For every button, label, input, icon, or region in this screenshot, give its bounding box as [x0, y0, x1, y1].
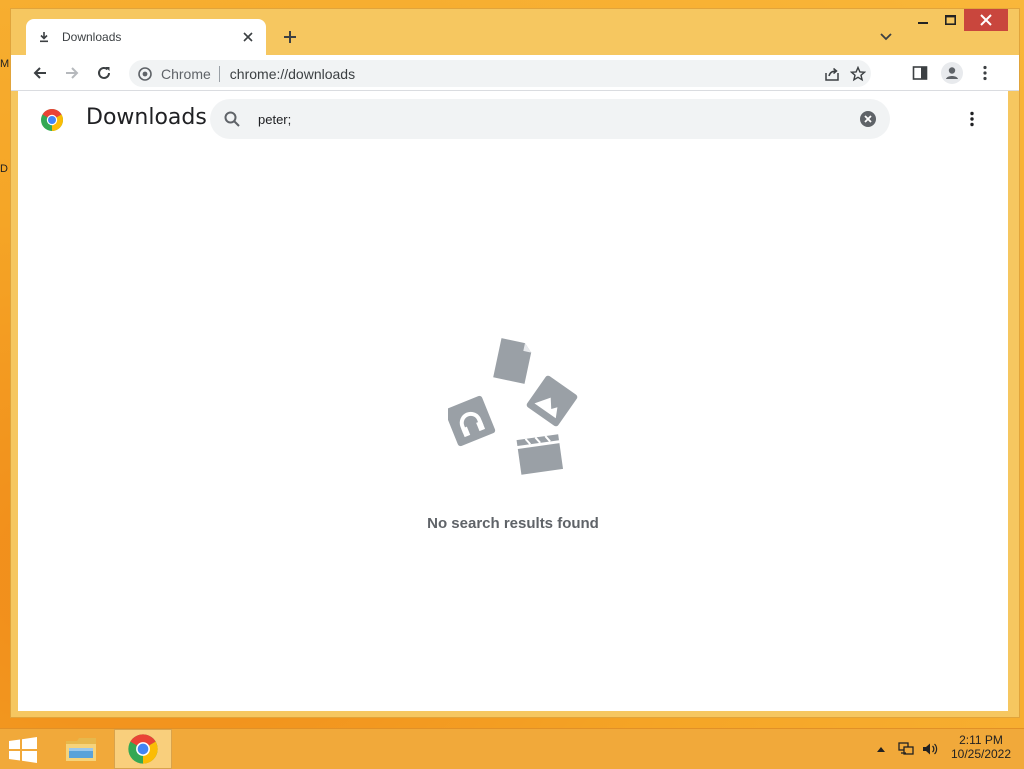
taskbar-file-explorer[interactable]	[52, 729, 110, 769]
empty-state-illustration	[448, 338, 578, 475]
tab-search-button[interactable]	[877, 28, 895, 46]
windows-start-icon[interactable]	[8, 737, 38, 763]
network-tray-icon[interactable]	[896, 729, 916, 769]
avatar-icon	[941, 62, 963, 84]
audio-icon	[448, 395, 496, 447]
speaker-icon	[923, 743, 938, 755]
bookmark-button[interactable]	[845, 61, 871, 87]
downloads-header: Downloads	[18, 91, 1008, 147]
clock-date: 10/25/2022	[950, 747, 1012, 761]
tab-close-icon[interactable]	[240, 29, 256, 45]
chrome-logo-icon	[128, 734, 158, 764]
omnibox-chip: Chrome	[161, 65, 211, 82]
tab-title: Downloads	[62, 30, 122, 44]
side-panel-button[interactable]	[906, 59, 934, 87]
video-icon	[516, 434, 564, 475]
profile-button[interactable]	[938, 59, 966, 87]
url-text[interactable]: chrome://downloads	[230, 66, 819, 82]
omnibox-divider	[218, 65, 220, 82]
taskbar-chrome[interactable]	[114, 729, 172, 769]
chrome-site-icon[interactable]	[137, 66, 153, 82]
chevron-up-icon	[877, 747, 885, 752]
forward-button[interactable]	[58, 59, 86, 87]
plus-icon	[284, 31, 296, 43]
close-window-button[interactable]	[964, 9, 1008, 31]
chevron-down-icon	[880, 33, 892, 41]
arrow-left-icon	[33, 67, 46, 79]
downloads-menu-button[interactable]	[960, 105, 984, 133]
desktop-icon-label[interactable]: D	[0, 163, 8, 175]
arrow-right-icon	[66, 67, 79, 79]
address-bar[interactable]: Chrome chrome://downloads	[129, 60, 871, 87]
back-button[interactable]	[26, 59, 54, 87]
empty-state-message: No search results found	[427, 515, 599, 532]
search-icon[interactable]	[222, 109, 242, 129]
close-icon	[980, 14, 992, 26]
clock-time: 2:11 PM	[959, 733, 1003, 747]
reload-icon	[98, 66, 110, 79]
kebab-menu-icon	[983, 65, 987, 81]
taskbar-clock[interactable]: 2:11 PM 10/25/2022	[946, 733, 1016, 761]
side-panel-icon	[912, 66, 928, 80]
tab-downloads[interactable]: Downloads	[26, 19, 266, 55]
desktop-icon-label[interactable]: M	[0, 58, 9, 70]
volume-tray-icon[interactable]	[920, 729, 940, 769]
network-icon	[898, 742, 914, 755]
browser-menu-button[interactable]	[971, 59, 999, 87]
tray-overflow-button[interactable]	[874, 729, 888, 769]
downloads-page: Downloads peter; No search results found	[18, 91, 1008, 711]
image-icon	[526, 375, 578, 427]
download-icon	[36, 29, 52, 45]
kebab-menu-icon	[970, 111, 974, 127]
reload-button[interactable]	[90, 59, 118, 87]
new-tab-button[interactable]	[279, 26, 301, 48]
search-bar[interactable]	[210, 99, 890, 139]
page-title: Downloads	[86, 105, 207, 130]
star-icon	[850, 65, 866, 81]
document-icon	[493, 338, 532, 384]
share-button[interactable]	[819, 61, 845, 87]
share-icon	[825, 67, 839, 81]
folder-icon	[66, 738, 96, 761]
taskbar: 2:11 PM 10/25/2022	[0, 728, 1024, 769]
clear-search-icon[interactable]	[858, 109, 878, 129]
maximize-button[interactable]	[937, 9, 963, 31]
search-input[interactable]	[256, 110, 858, 128]
chrome-logo-icon	[41, 109, 63, 131]
minimize-button[interactable]	[911, 9, 935, 31]
browser-window: Downloads Chrome chrome://downloads Down…	[10, 8, 1020, 718]
browser-toolbar: Chrome chrome://downloads	[11, 55, 1019, 91]
tab-strip: Downloads	[11, 9, 1019, 55]
